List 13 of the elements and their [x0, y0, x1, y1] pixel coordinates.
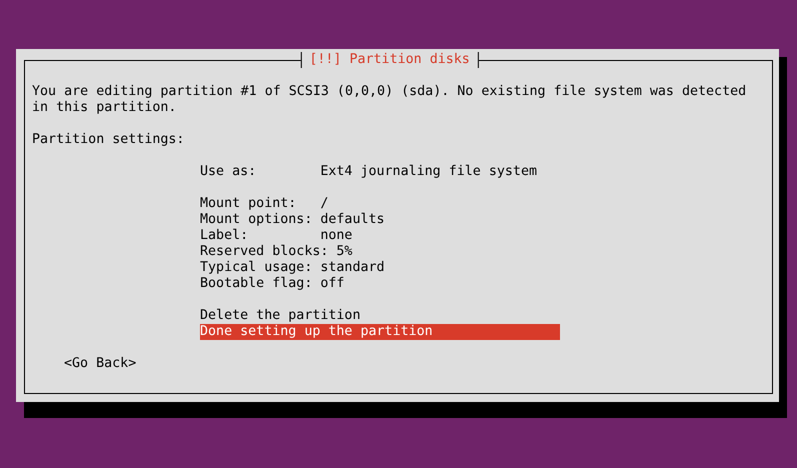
dialog-title: [!!] Partition disks — [300, 52, 479, 68]
menu-item[interactable]: Reserved blocks: 5% — [200, 244, 560, 260]
menu-item[interactable]: Bootable flag: off — [200, 276, 560, 292]
menu-item[interactable]: Label: none — [200, 228, 560, 244]
menu-item[interactable]: Use as: Ext4 journaling file system — [200, 164, 560, 180]
go-back-button[interactable]: <Go Back> — [64, 356, 136, 371]
menu-item[interactable]: Done setting up the partition — [200, 324, 560, 340]
menu-item[interactable]: Typical usage: standard — [200, 260, 560, 276]
dialog-message: You are editing partition #1 of SCSI3 (0,0,0) (sda). No existing file system was detected in this partition. — [32, 84, 748, 116]
menu-item[interactable]: Mount options: defaults — [200, 212, 560, 228]
menu-item[interactable]: Mount point: / — [200, 196, 560, 212]
section-label: Partition settings: — [32, 132, 186, 148]
menu-item[interactable]: Delete the partition — [200, 308, 560, 324]
